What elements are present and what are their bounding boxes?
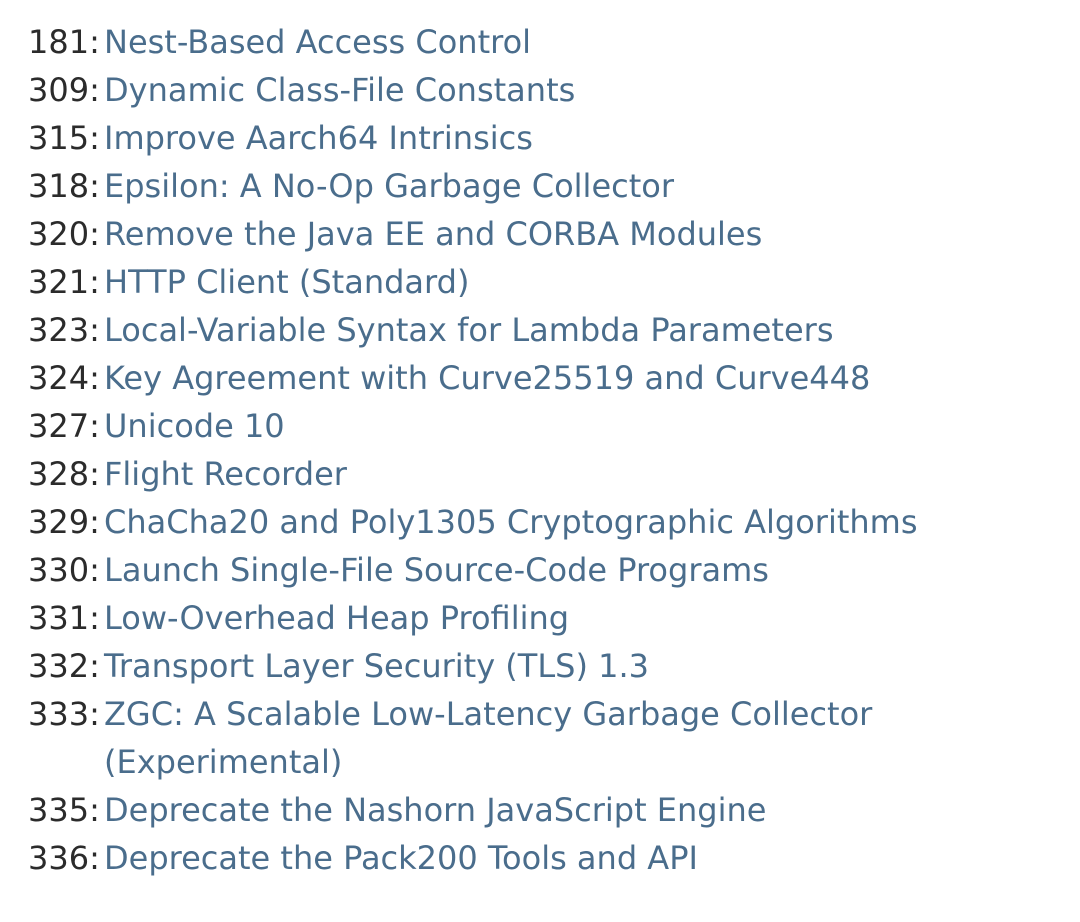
jep-row: 323Local-Variable Syntax for Lambda Para…: [28, 306, 1052, 354]
jep-title-link[interactable]: Launch Single-File Source-Code Programs: [104, 546, 1052, 594]
jep-title-link[interactable]: Deprecate the Nashorn JavaScript Engine: [104, 786, 1052, 834]
jep-title-link[interactable]: Local-Variable Syntax for Lambda Paramet…: [104, 306, 1052, 354]
jep-row: 327Unicode 10: [28, 402, 1052, 450]
jep-title-link[interactable]: Low-Overhead Heap Profiling: [104, 594, 1052, 642]
jep-id: 181: [28, 18, 104, 66]
jep-title-link[interactable]: Epsilon: A No-Op Garbage Collector: [104, 162, 1052, 210]
jep-row: 330Launch Single-File Source-Code Progra…: [28, 546, 1052, 594]
jep-row: 315Improve Aarch64 Intrinsics: [28, 114, 1052, 162]
jep-title-link[interactable]: Transport Layer Security (TLS) 1.3: [104, 642, 1052, 690]
jep-id: 318: [28, 162, 104, 210]
jep-id: 330: [28, 546, 104, 594]
jep-id: 331: [28, 594, 104, 642]
jep-title-link[interactable]: ZGC: A Scalable Low-Latency Garbage Coll…: [104, 690, 1052, 786]
jep-row: 328Flight Recorder: [28, 450, 1052, 498]
jep-row: 324Key Agreement with Curve25519 and Cur…: [28, 354, 1052, 402]
jep-title-link[interactable]: Dynamic Class-File Constants: [104, 66, 1052, 114]
jep-row: 309Dynamic Class-File Constants: [28, 66, 1052, 114]
jep-id: 332: [28, 642, 104, 690]
jep-row: 320Remove the Java EE and CORBA Modules: [28, 210, 1052, 258]
jep-row: 329ChaCha20 and Poly1305 Cryptographic A…: [28, 498, 1052, 546]
jep-id: 315: [28, 114, 104, 162]
jep-id: 309: [28, 66, 104, 114]
jep-id: 327: [28, 402, 104, 450]
jep-row: 333ZGC: A Scalable Low-Latency Garbage C…: [28, 690, 1052, 786]
jep-id: 329: [28, 498, 104, 546]
jep-id: 320: [28, 210, 104, 258]
jep-row: 331Low-Overhead Heap Profiling: [28, 594, 1052, 642]
jep-list: 181Nest-Based Access Control309Dynamic C…: [28, 18, 1052, 882]
jep-row: 335Deprecate the Nashorn JavaScript Engi…: [28, 786, 1052, 834]
jep-title-link[interactable]: Remove the Java EE and CORBA Modules: [104, 210, 1052, 258]
jep-title-link[interactable]: Key Agreement with Curve25519 and Curve4…: [104, 354, 1052, 402]
jep-id: 324: [28, 354, 104, 402]
jep-row: 318Epsilon: A No-Op Garbage Collector: [28, 162, 1052, 210]
jep-row: 336Deprecate the Pack200 Tools and API: [28, 834, 1052, 882]
jep-title-link[interactable]: Improve Aarch64 Intrinsics: [104, 114, 1052, 162]
jep-id: 328: [28, 450, 104, 498]
jep-title-link[interactable]: HTTP Client (Standard): [104, 258, 1052, 306]
jep-id: 336: [28, 834, 104, 882]
jep-title-link[interactable]: Nest-Based Access Control: [104, 18, 1052, 66]
jep-title-link[interactable]: Deprecate the Pack200 Tools and API: [104, 834, 1052, 882]
jep-id: 323: [28, 306, 104, 354]
jep-title-link[interactable]: ChaCha20 and Poly1305 Cryptographic Algo…: [104, 498, 1052, 546]
jep-title-link[interactable]: Unicode 10: [104, 402, 1052, 450]
jep-id: 335: [28, 786, 104, 834]
jep-row: 332Transport Layer Security (TLS) 1.3: [28, 642, 1052, 690]
jep-row: 181Nest-Based Access Control: [28, 18, 1052, 66]
jep-id: 321: [28, 258, 104, 306]
jep-row: 321HTTP Client (Standard): [28, 258, 1052, 306]
jep-id: 333: [28, 690, 104, 738]
jep-title-link[interactable]: Flight Recorder: [104, 450, 1052, 498]
